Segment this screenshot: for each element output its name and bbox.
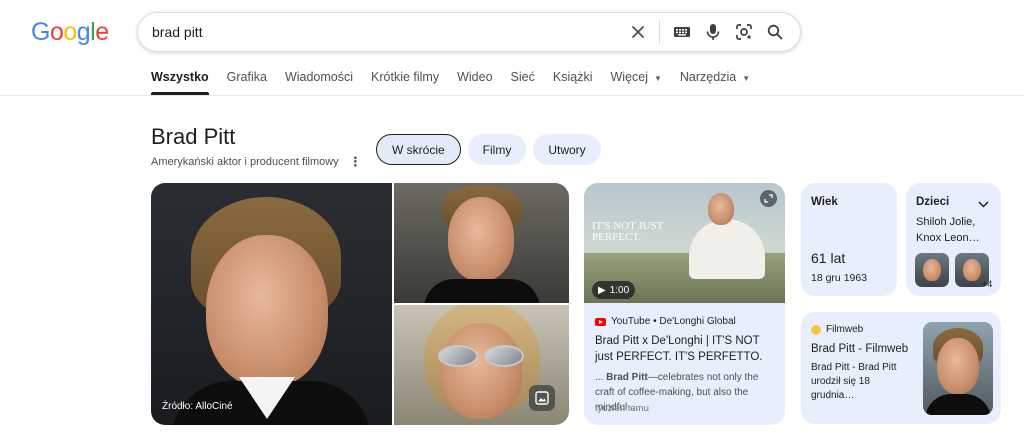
video-duration-text: 1:00 (609, 284, 630, 296)
child-face (963, 259, 981, 281)
entity-chips: W skrócie Filmy Utwory (376, 134, 601, 165)
tab-more[interactable]: Więcej ▼ (610, 70, 661, 95)
tab-all[interactable]: Wszystko (151, 70, 209, 95)
video-source: YouTube • De'Longhi Global (595, 316, 736, 327)
google-logo[interactable]: Google (31, 18, 109, 47)
filmweb-snippet: Brad Pitt - Brad Pitt urodził się 18 gru… (811, 362, 897, 401)
photo-face (206, 235, 328, 387)
chip-films[interactable]: Filmy (467, 134, 527, 165)
lens-icon[interactable] (728, 17, 759, 48)
main-photo[interactable] (151, 183, 392, 425)
photo-face (448, 197, 514, 281)
entity-title: Brad Pitt (151, 124, 236, 149)
chevron-down-icon[interactable] (978, 195, 989, 213)
search-box[interactable] (137, 12, 801, 52)
expand-icon[interactable] (760, 190, 777, 207)
snippet-bold: Brad Pitt (606, 372, 648, 383)
video-thumbnail[interactable]: IT'S NOT JUST PERFECT. ▶ 1:00 (584, 183, 785, 303)
video-thumb-text: IT'S NOT JUST PERFECT. (592, 221, 663, 243)
clear-icon[interactable] (622, 17, 653, 48)
video-duration: ▶ 1:00 (592, 281, 636, 299)
play-icon: ▶ (598, 284, 606, 296)
search-tabs: Wszystko Grafika Wiadomości Krótkie film… (151, 70, 768, 95)
tab-label: Książki (552, 70, 593, 84)
children-names: Shiloh Jolie, Knox Leon… (916, 216, 980, 244)
tab-label: Więcej (610, 70, 648, 84)
chip-overview[interactable]: W skrócie (376, 134, 461, 165)
tab-label: Wiadomości (284, 70, 354, 84)
entity-subtitle-row: Amerykański aktor i producent filmowy ⋮ (151, 155, 362, 168)
filmweb-card[interactable]: Filmweb Brad Pitt - Filmweb Brad Pitt - … (801, 312, 1001, 424)
filmweb-source-text: Filmweb (826, 324, 864, 335)
thumb-person-face (708, 193, 734, 225)
video-title[interactable]: Brad Pitt x De'Longhi | IT'S NOT just PE… (595, 333, 777, 365)
photo-top-right[interactable] (394, 183, 569, 303)
microphone-icon[interactable] (697, 17, 728, 48)
tab-news[interactable]: Wiadomości (285, 70, 353, 95)
age-value: 61 lat (811, 250, 846, 266)
tab-label: Narzędzia (679, 70, 737, 84)
search-icon[interactable] (759, 17, 790, 48)
sunglasses-right (484, 345, 524, 367)
children-label: Dzieci (916, 196, 950, 208)
video-thumb-line: PERFECT. (592, 231, 642, 243)
entity-subtitle: Amerykański aktor i producent filmowy (151, 155, 339, 168)
birth-date: 18 gru 1963 (811, 272, 868, 284)
caret-down-icon: ▼ (742, 74, 751, 83)
photo-face (937, 338, 979, 394)
photo-suit (925, 394, 991, 415)
filmweb-source: Filmweb (811, 324, 863, 335)
search-divider (659, 20, 660, 44)
header-divider (0, 95, 1024, 96)
filmweb-icon (811, 324, 821, 335)
filmweb-thumbnail[interactable] (923, 322, 993, 415)
tab-books[interactable]: Książki (553, 70, 593, 95)
chip-songs[interactable]: Utwory (533, 134, 601, 165)
caret-down-icon: ▼ (653, 74, 662, 83)
tab-label: Grafika (226, 70, 267, 84)
youtube-icon (595, 317, 606, 326)
tab-images[interactable]: Grafika (227, 70, 267, 95)
tab-tools[interactable]: Narzędzia ▼ (680, 70, 750, 95)
thumb-person-body (689, 219, 765, 279)
tab-label: Wideo (457, 70, 493, 84)
tab-label: Sieć (510, 70, 535, 84)
tab-label: Wszystko (151, 70, 209, 84)
child-thumbnail[interactable] (915, 253, 949, 287)
child-face (923, 259, 941, 281)
search-input[interactable] (152, 24, 622, 40)
image-source: Źródło: AlloCiné (162, 401, 233, 412)
more-children-count: +4 (982, 279, 993, 289)
video-source-text: YouTube • De'Longhi Global (611, 316, 736, 327)
tab-videos[interactable]: Wideo (457, 70, 492, 95)
tab-short-videos[interactable]: Krótkie filmy (371, 70, 439, 95)
video-card[interactable]: IT'S NOT JUST PERFECT. ▶ 1:00 YouTube • … (584, 183, 785, 425)
more-images-icon[interactable] (529, 385, 555, 411)
sunglasses-left (438, 345, 478, 367)
photo-suit (424, 279, 540, 303)
video-time: tydzień temu (595, 403, 649, 414)
snippet-prefix: ... (595, 372, 607, 383)
filmweb-title[interactable]: Brad Pitt - Filmweb (811, 343, 908, 355)
keyboard-icon[interactable] (666, 17, 697, 48)
tab-label: Krótkie filmy (371, 70, 440, 84)
age-card[interactable]: Wiek 61 lat 18 gru 1963 (801, 183, 897, 296)
more-options-icon[interactable]: ⋮ (349, 155, 362, 168)
photo-face (440, 323, 522, 419)
age-label: Wiek (811, 196, 838, 208)
tab-web[interactable]: Sieć (511, 70, 535, 95)
